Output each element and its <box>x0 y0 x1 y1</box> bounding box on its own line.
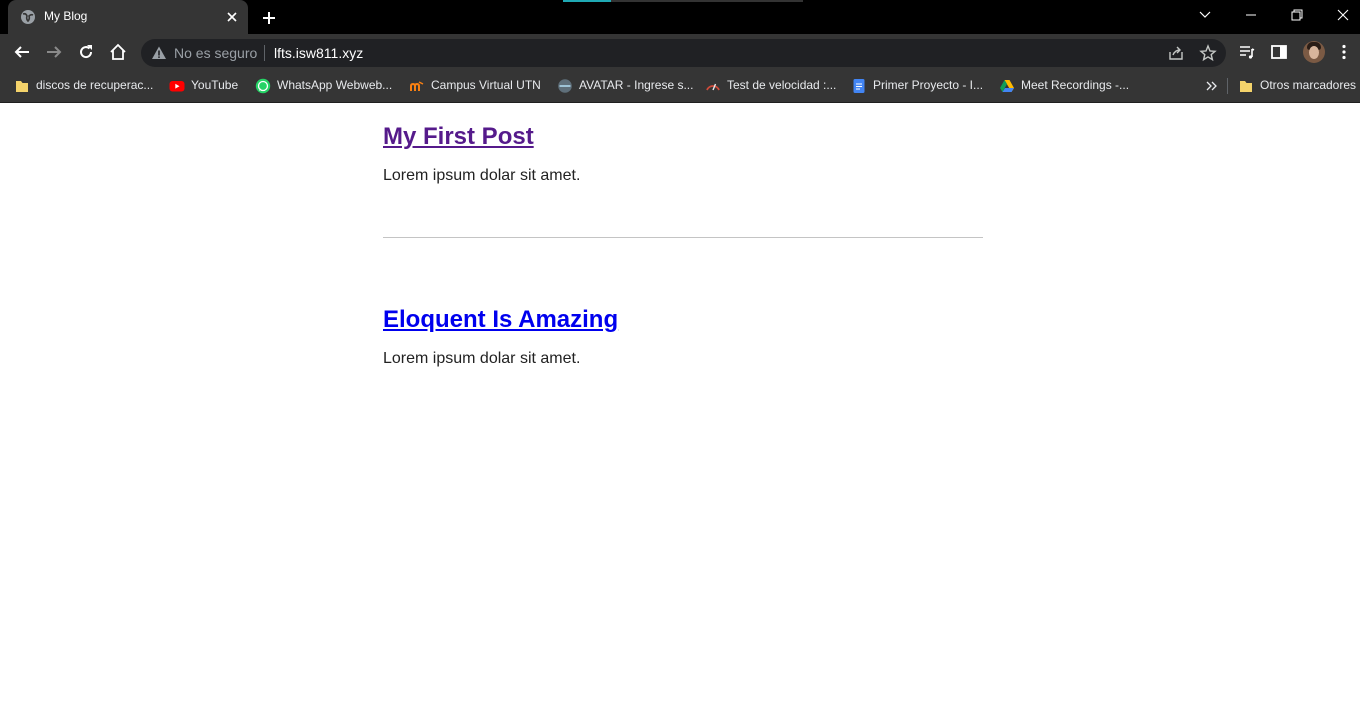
blog-post: Eloquent Is Amazing Lorem ipsum dolar si… <box>383 306 983 368</box>
bookmark-label: Primer Proyecto - I... <box>873 78 984 92</box>
folder-icon <box>16 81 28 92</box>
browser-toolbar: No es seguro lfts.isw811.xyz <box>0 34 1360 70</box>
bookmark-label: Campus Virtual UTN <box>431 78 541 92</box>
reload-icon <box>80 45 93 59</box>
whatsapp-icon <box>255 78 271 94</box>
tab-search-button[interactable] <box>1182 0 1228 30</box>
star-icon[interactable] <box>1199 44 1217 62</box>
tab-strip: My Blog <box>0 0 1360 34</box>
restore-icon <box>1291 9 1303 21</box>
bookmark-label: YouTube <box>191 78 239 92</box>
bookmarks-divider <box>1227 78 1228 94</box>
youtube-icon <box>169 81 185 92</box>
google-drive-icon <box>1000 80 1014 92</box>
home-button[interactable] <box>105 39 131 65</box>
speedtest-icon <box>706 83 720 91</box>
avatar-site-icon <box>558 79 572 93</box>
bookmark-label: Test de velocidad :... <box>727 78 837 92</box>
security-status[interactable]: No es seguro <box>174 45 257 61</box>
post-excerpt: Lorem ipsum dolar sit amet. <box>383 350 581 367</box>
side-panel-icon <box>1271 45 1287 59</box>
other-bookmarks-label: Otros marcadores <box>1260 78 1357 92</box>
side-panel-button[interactable] <box>1266 39 1292 65</box>
address-bar[interactable]: No es seguro lfts.isw811.xyz <box>141 39 1226 67</box>
arrow-right-icon <box>47 46 62 58</box>
moodle-icon <box>410 81 424 91</box>
back-button[interactable] <box>9 39 35 65</box>
blog-post: My First Post Lorem ipsum dolar sit amet… <box>383 123 983 185</box>
bookmark-label: AVATAR - Ingrese s... <box>579 78 694 92</box>
globe-icon <box>21 10 35 24</box>
close-tab-icon[interactable] <box>222 7 242 27</box>
minimize-button[interactable] <box>1228 0 1274 30</box>
warning-icon[interactable] <box>151 45 167 61</box>
media-control-button[interactable] <box>1234 39 1260 65</box>
omnibox-divider <box>264 45 265 61</box>
playlist-icon <box>1240 46 1255 59</box>
new-tab-icon[interactable] <box>258 7 280 29</box>
close-icon <box>1337 9 1349 21</box>
bookmark-label: discos de recuperac... <box>36 78 154 92</box>
google-docs-icon <box>853 79 865 93</box>
bookmark-label: Meet Recordings -... <box>1021 78 1130 92</box>
post-title-link[interactable]: Eloquent Is Amazing <box>383 306 618 334</box>
post-divider <box>383 237 983 238</box>
post-title-link[interactable]: My First Post <box>383 123 534 151</box>
url-text[interactable]: lfts.isw811.xyz <box>274 45 363 61</box>
chevron-down-icon <box>1199 11 1211 18</box>
reload-button[interactable] <box>73 39 99 65</box>
minimize-icon <box>1246 14 1256 16</box>
tab-title: My Blog <box>44 9 88 23</box>
home-icon <box>110 43 126 60</box>
share-icon[interactable] <box>1167 44 1185 62</box>
restore-button[interactable] <box>1274 0 1320 30</box>
loading-indicator <box>563 0 803 2</box>
post-excerpt: Lorem ipsum dolar sit amet. <box>383 167 581 184</box>
menu-button[interactable] <box>1331 39 1357 65</box>
folder-icon <box>1240 81 1252 92</box>
chevron-double-right-icon[interactable] <box>1204 76 1220 96</box>
close-window-button[interactable] <box>1320 0 1360 30</box>
profile-avatar[interactable] <box>1303 41 1325 63</box>
arrow-left-icon <box>14 46 29 58</box>
bookmarks-bar: discos de recuperac... YouTube WhatsApp … <box>0 70 1360 102</box>
forward-button[interactable] <box>41 39 67 65</box>
web-page: My First Post Lorem ipsum dolar sit amet… <box>0 103 1360 728</box>
more-vertical-icon <box>1342 44 1346 60</box>
bookmark-label: WhatsApp Webweb... <box>277 78 393 92</box>
browser-tab[interactable]: My Blog <box>8 0 248 34</box>
